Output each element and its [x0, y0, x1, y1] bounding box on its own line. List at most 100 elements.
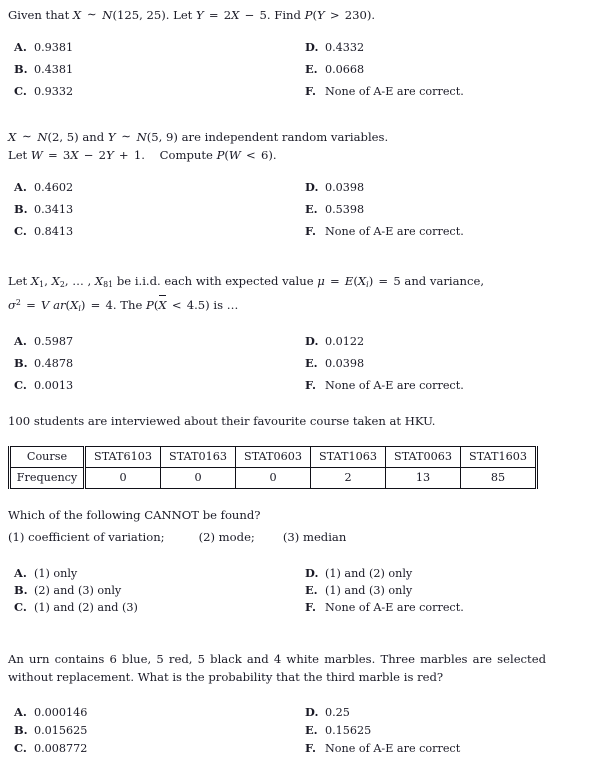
option-e[interactable]: E. 0.0398: [305, 356, 364, 370]
option-b[interactable]: B. (2) and (3) only: [14, 583, 121, 597]
option-b-label: B.: [14, 62, 28, 76]
question-5: An urn contains 6 blue, 5 red, 5 black a…: [0, 650, 616, 761]
option-e-text: (1) and (3) only: [325, 584, 413, 597]
table-cell-frequency-6: 85: [460, 467, 537, 489]
option-d-label: D.: [305, 180, 319, 194]
table-cell-course-5: STAT0063: [385, 446, 461, 468]
option-d[interactable]: D. 0.0398: [305, 180, 364, 194]
option-a[interactable]: A. 0.000146: [14, 705, 87, 719]
option-d[interactable]: D. 0.25: [305, 705, 350, 719]
question-4-body: Which of the following CANNOT be found? …: [0, 506, 616, 622]
table-cell-frequency-2: 0: [160, 467, 236, 489]
option-d-label: D.: [305, 566, 319, 580]
table-cell-course-1: STAT6103: [84, 446, 161, 468]
option-e-text: 0.5398: [325, 203, 365, 216]
option-b-label: B.: [14, 356, 28, 371]
option-b-label: B.: [14, 583, 28, 597]
option-a-label: A.: [14, 40, 27, 54]
option-c-label: C.: [14, 741, 27, 755]
option-c[interactable]: C. 0.0013: [14, 378, 73, 392]
option-f[interactable]: F. None of A-E are correct: [305, 741, 460, 755]
option-a[interactable]: A. 0.5987: [14, 334, 73, 348]
option-a-label: A.: [14, 334, 27, 349]
option-e[interactable]: E. 0.5398: [305, 202, 364, 216]
option-e[interactable]: E. 0.0668: [305, 62, 364, 76]
option-c-label: C.: [14, 600, 27, 614]
option-c[interactable]: C. 0.008772: [14, 741, 87, 755]
sublist-item-1: (1) coefficient of variation;: [8, 530, 165, 544]
option-d-label: D.: [305, 40, 319, 54]
question-4-intro-line: 100 students are interviewed about their…: [8, 414, 436, 428]
table-cell-course-6: STAT1603: [460, 446, 537, 468]
option-c-text: 0.8413: [34, 225, 74, 238]
option-c-label: C.: [14, 378, 27, 393]
question-2-stem-line-2: Let W = 3X − 2Y + 1. Compute P(W < 6).: [8, 148, 277, 162]
option-f[interactable]: F. None of A-E are correct.: [305, 84, 464, 98]
table-cell-frequency-5: 13: [385, 467, 461, 489]
option-a[interactable]: A. 0.9381: [14, 40, 73, 54]
option-d-label: D.: [305, 705, 319, 719]
question-4-question: Which of the following CANNOT be found?: [8, 506, 546, 524]
option-e-text: 0.0398: [325, 357, 365, 371]
option-b[interactable]: B. 0.3413: [14, 202, 73, 216]
table-cell-frequency-3: 0: [235, 467, 311, 489]
option-b-text: 0.3413: [34, 203, 74, 216]
option-f[interactable]: F. None of A-E are correct.: [305, 224, 464, 238]
option-e[interactable]: E. (1) and (3) only: [305, 583, 412, 597]
question-5-options: A. 0.000146 B. 0.015625 C. 0.008772 D. 0.25 …: [0, 705, 616, 761]
exam-page: Given that X ∼ N(125, 25). Let Y = 2X − …: [0, 0, 616, 772]
option-f-text: None of A-E are correct.: [325, 379, 464, 393]
question-3-options: A. 0.5987 B. 0.4878 C. 0.0013 D. 0.0122 E. 0.…: [0, 334, 616, 406]
sublist-item-2: (2) mode;: [198, 530, 255, 544]
option-c-text: 0.008772: [34, 742, 88, 755]
question-1-stem-line-1: Given that X ∼ N(125, 25). Let Y = 2X − …: [8, 7, 376, 22]
option-f[interactable]: F. None of A-E are correct.: [305, 378, 464, 392]
option-d[interactable]: D. 0.4332: [305, 40, 364, 54]
option-c-label: C.: [14, 84, 27, 98]
option-f-text: None of A-E are correct: [325, 742, 461, 755]
option-f[interactable]: F. None of A-E are correct.: [305, 600, 464, 614]
option-d[interactable]: D. 0.0122: [305, 334, 364, 348]
question-1-stem: Given that X ∼ N(125, 25). Let Y = 2X − …: [8, 6, 546, 24]
option-c[interactable]: C. (1) and (2) and (3): [14, 600, 138, 614]
option-b[interactable]: B. 0.015625: [14, 723, 87, 737]
option-d[interactable]: D. (1) and (2) only: [305, 566, 412, 580]
option-c[interactable]: C. 0.8413: [14, 224, 73, 238]
question-1-options: A. 0.9381 B. 0.4381 C. 0.9332 D. 0.4332 E. 0.…: [0, 40, 616, 112]
question-3: Let X1, X2, … , X81 be i.i.d. each with …: [0, 272, 616, 406]
option-f-label: F.: [305, 600, 316, 614]
option-f-label: F.: [305, 224, 316, 238]
option-a-label: A.: [14, 705, 27, 719]
option-a-label: A.: [14, 180, 27, 194]
option-b[interactable]: B. 0.4878: [14, 356, 73, 370]
question-2: X ∼ N(2, 5) and Y ∼ N(5, 9) are independ…: [0, 128, 616, 252]
option-e-text: 0.15625: [325, 724, 372, 737]
table-cell-frequency-1: 0: [84, 467, 161, 489]
question-3-stem-line-2: σ2 = V ar(Xi) = 4. The P(X < 4.5) is …: [8, 295, 239, 314]
option-c[interactable]: C. 0.9332: [14, 84, 73, 98]
option-e-label: E.: [305, 723, 318, 737]
option-f-text: None of A-E are correct.: [325, 601, 464, 614]
option-a[interactable]: A. (1) only: [14, 566, 77, 580]
table-row-courses: Course STAT6103 STAT0163 STAT0603 STAT10…: [9, 446, 537, 468]
option-a-text: 0.4602: [34, 181, 74, 194]
question-1: Given that X ∼ N(125, 25). Let Y = 2X − …: [0, 6, 616, 112]
option-b[interactable]: B. 0.4381: [14, 62, 73, 76]
option-f-label: F.: [305, 741, 316, 755]
question-4-intro: 100 students are interviewed about their…: [8, 412, 546, 430]
option-a[interactable]: A. 0.4602: [14, 180, 73, 194]
option-d-text: 0.0398: [325, 181, 365, 194]
option-e-label: E.: [305, 356, 318, 371]
option-e[interactable]: E. 0.15625: [305, 723, 371, 737]
table-rowhead-course: Course: [9, 446, 86, 468]
table-cell-course-2: STAT0163: [160, 446, 236, 468]
table-row-frequencies: Frequency 0 0 0 2 13 85: [9, 467, 537, 489]
question-4: 100 students are interviewed about their…: [0, 412, 616, 430]
option-b-label: B.: [14, 723, 28, 737]
question-4-options: A. (1) only B. (2) and (3) only C. (1) and …: [0, 566, 616, 622]
option-a-text: 0.5987: [34, 335, 74, 349]
table-rowhead-frequency: Frequency: [9, 467, 86, 489]
option-b-text: (2) and (3) only: [34, 584, 122, 597]
option-c-text: (1) and (2) and (3): [34, 601, 138, 614]
table-cell-frequency-4: 2: [310, 467, 386, 489]
